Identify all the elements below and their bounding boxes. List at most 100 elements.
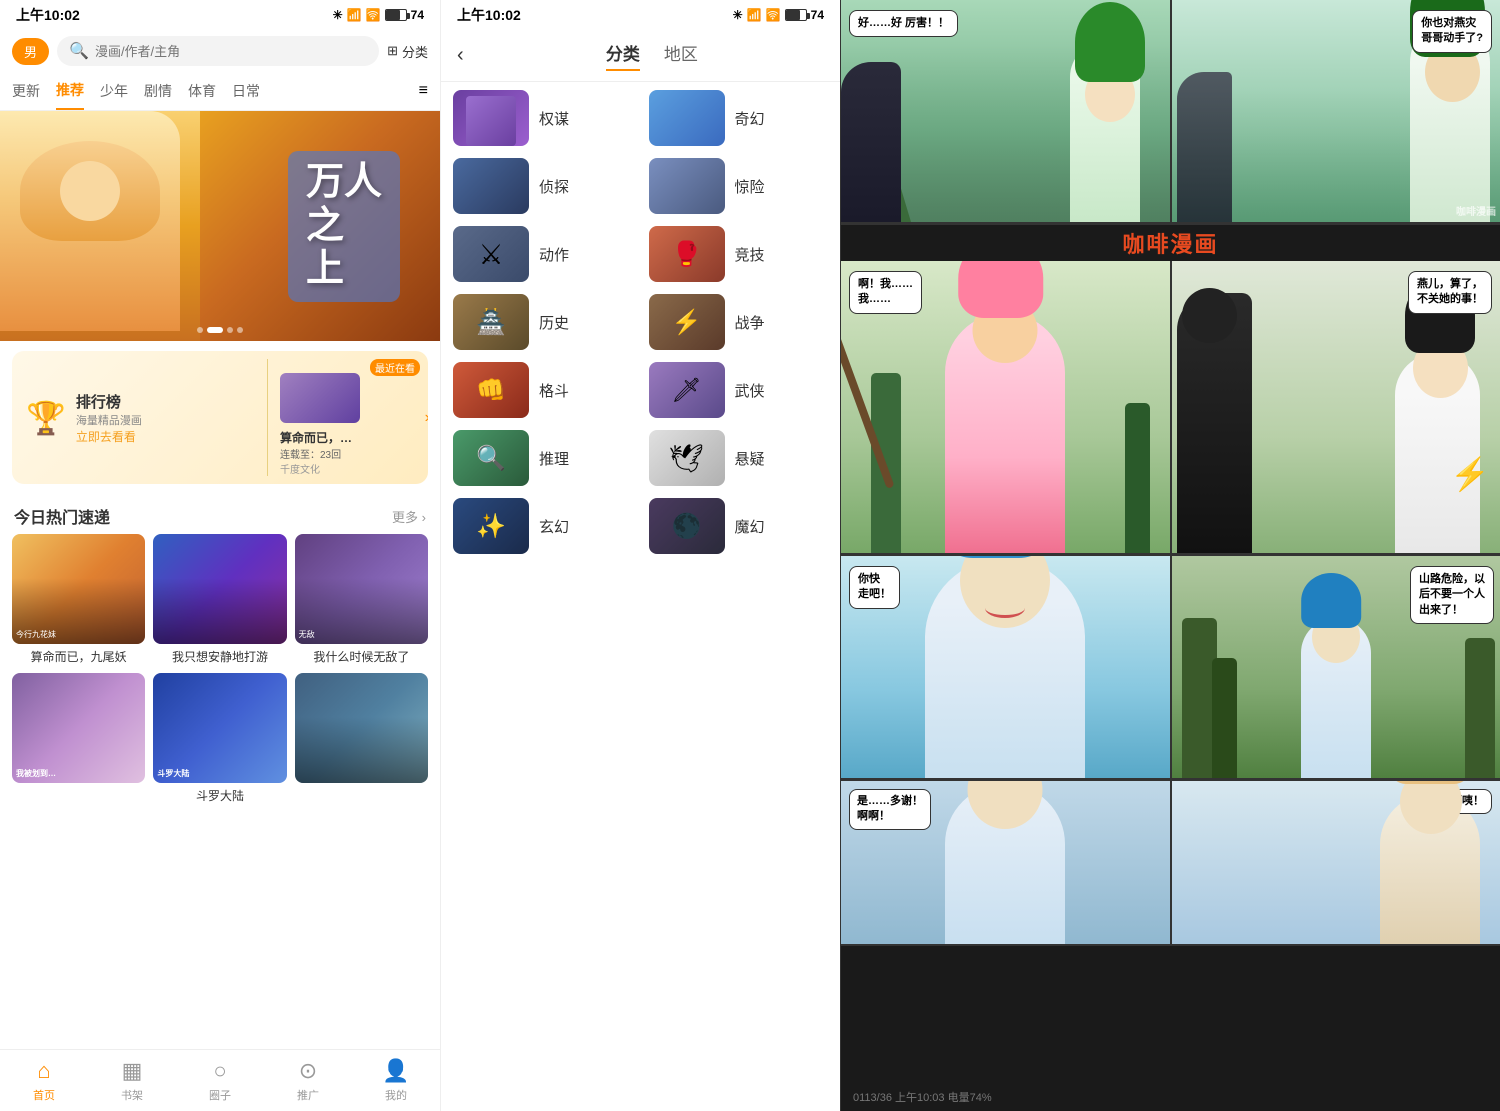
ranking-sub: 海量精品漫画	[76, 412, 142, 428]
search-icon: 🔍	[69, 41, 89, 61]
manga-card-6[interactable]	[295, 673, 428, 804]
ranking-right[interactable]: 最近在看 算命而已，… 连载至：23回 千度文化 ›	[268, 351, 428, 484]
gender-button[interactable]: 男	[12, 38, 49, 65]
cat-item-jingxian[interactable]: 惊险	[649, 158, 829, 214]
dot-2	[207, 327, 223, 333]
cat-thumb-mohuan: 🌑	[649, 498, 725, 554]
tab-daily[interactable]: 日常	[232, 73, 260, 109]
nav-shelf-label: 书架	[121, 1087, 143, 1103]
cat-thumb-jingji: 🥊	[649, 226, 725, 282]
cat-item-xuanyi[interactable]: 🕊 悬疑	[649, 430, 829, 486]
nav-shelf[interactable]: ▦ 书架	[88, 1050, 176, 1111]
manga-card-1[interactable]: 今行九花妹 算命而已，九尾妖	[12, 534, 145, 665]
watermark-1: 咖啡漫画	[1456, 203, 1496, 218]
nav-home[interactable]: ⌂ 首页	[0, 1050, 88, 1111]
manga-thumb-6	[295, 673, 428, 783]
banner-dots	[197, 327, 243, 333]
comic-strip-3: 你快走吧！ 山路危险，以后不要一个人出来了！	[841, 556, 1500, 781]
bottom-nav: ⌂ 首页 ▦ 书架 ○ 圈子 ⊙ 推广 👤 我的	[0, 1049, 440, 1111]
cat-wifi-icon: 🛜	[766, 8, 781, 22]
manga-title-5: 斗罗大陆	[153, 787, 286, 804]
cat-label-dongzuo: 动作	[539, 244, 569, 265]
cat-item-qihuan[interactable]: 奇幻	[649, 90, 829, 146]
cat-label-lishi: 历史	[539, 312, 569, 333]
tab-update[interactable]: 更新	[12, 73, 40, 109]
reader-bottom-bar: 0113/36 上午10:03 电量74%	[841, 1083, 1500, 1111]
nav-circle-label: 圈子	[209, 1087, 231, 1103]
nav-profile-label: 我的	[385, 1087, 407, 1103]
manga-thumb-5: 斗罗大陆	[153, 673, 286, 783]
cat-tab-category[interactable]: 分类	[606, 40, 640, 71]
nav-promote[interactable]: ⊙ 推广	[264, 1050, 352, 1111]
cat-item-zhanzheng[interactable]: ⚡ 战争	[649, 294, 829, 350]
manga-card-2[interactable]: 我只想安静地打游	[153, 534, 286, 665]
manga-card-5[interactable]: 斗罗大陆 斗罗大陆	[153, 673, 286, 804]
tab-shonen[interactable]: 少年	[100, 73, 128, 109]
cat-label-jingji: 竞技	[735, 244, 765, 265]
manga-thumb-2	[153, 534, 286, 644]
cat-grid: 权谋 奇幻 侦探 惊险	[441, 82, 840, 1111]
cat-label-zhentan: 侦探	[539, 176, 569, 197]
manga-card-3[interactable]: 无敌 我什么时候无敌了	[295, 534, 428, 665]
nav-tabs: 更新 推荐 少年 剧情 体育 日常 ≡	[0, 72, 440, 111]
cat-battery-icon	[785, 9, 807, 21]
cat-thumb-xuanyi: 🕊	[649, 430, 725, 486]
search-box[interactable]: 🔍	[57, 36, 379, 66]
cat-battery-percent: 74	[811, 8, 824, 22]
comic-cell-8: 啊咦！	[1172, 781, 1500, 944]
cat-item-xuanhuan[interactable]: ✨ 玄幻	[453, 498, 633, 554]
back-button[interactable]: ‹	[457, 44, 464, 67]
comic-cell-6: 山路危险，以后不要一个人出来了！	[1172, 556, 1500, 778]
reader-content[interactable]: 好……好 厉害！！ 你也对燕灾哥哥动手了? 咖啡漫画 咖啡漫画	[841, 0, 1500, 1083]
comic-cell-4: ⚡ 燕儿，算了，不关她的事！	[1172, 261, 1500, 553]
cat-item-dongzuo[interactable]: ⚔ 动作	[453, 226, 633, 282]
cat-label-xuanhuan: 玄幻	[539, 516, 569, 537]
ranking-link[interactable]: 立即去看看	[76, 428, 142, 445]
ranking-left[interactable]: 🏆 排行榜 海量精品漫画 立即去看看	[12, 351, 267, 484]
cat-thumb-inner-1	[453, 90, 529, 146]
more-button[interactable]: 更多 ›	[392, 507, 426, 526]
cat-item-quanmou[interactable]: 权谋	[453, 90, 633, 146]
cat-status-bar: 上午10:02 ✳ 📶 🛜 74	[441, 0, 840, 30]
category-button[interactable]: ⊞ 分类	[387, 42, 428, 61]
promote-icon: ⊙	[299, 1058, 317, 1084]
dot-1	[197, 327, 203, 333]
tab-drama[interactable]: 剧情	[144, 73, 172, 109]
bluetooth-icon: ✳	[333, 8, 343, 22]
category-label: 分类	[402, 42, 428, 61]
battery-percent: 74	[411, 8, 424, 22]
cat-label-mohuan: 魔幻	[735, 516, 765, 537]
cat-thumb-tuili: 🔍	[453, 430, 529, 486]
tab-recommend[interactable]: 推荐	[56, 72, 84, 110]
manga-card-4[interactable]: 我被划到…	[12, 673, 145, 804]
cat-thumb-gedou: 👊	[453, 362, 529, 418]
manga-title-2: 我只想安静地打游	[153, 648, 286, 665]
recent-label: 最近在看	[370, 359, 420, 376]
cat-item-jingji[interactable]: 🥊 竞技	[649, 226, 829, 282]
cat-row-4: 🏯 历史 ⚡ 战争	[453, 294, 828, 350]
search-input[interactable]	[95, 44, 367, 59]
cat-item-wuxia[interactable]: 🗡 武侠	[649, 362, 829, 418]
cat-item-lishi[interactable]: 🏯 历史	[453, 294, 633, 350]
cat-label-wuxia: 武侠	[735, 380, 765, 401]
cat-item-gedou[interactable]: 👊 格斗	[453, 362, 633, 418]
search-area: 男 🔍 ⊞ 分类	[0, 30, 440, 72]
cat-item-tuili[interactable]: 🔍 推理	[453, 430, 633, 486]
banner[interactable]: 万人之上	[0, 111, 440, 341]
nav-profile[interactable]: 👤 我的	[352, 1050, 440, 1111]
cat-signal-icon: 📶	[747, 8, 762, 22]
menu-icon[interactable]: ≡	[419, 82, 428, 100]
recent-manga-info: 算命而已，… 连载至：23回 千度文化	[280, 429, 416, 476]
cat-item-mohuan[interactable]: 🌑 魔幻	[649, 498, 829, 554]
grid-icon: ⊞	[387, 43, 398, 59]
cat-thumb-wuxia: 🗡	[649, 362, 725, 418]
cat-tabs: 分类 地区	[480, 40, 824, 71]
nav-circle[interactable]: ○ 圈子	[176, 1050, 264, 1111]
cat-item-zhentan[interactable]: 侦探	[453, 158, 633, 214]
comic-cell-5: 你快走吧！	[841, 556, 1172, 778]
cat-label-xuanyi: 悬疑	[735, 448, 765, 469]
manga-grid-2: 我被划到… 斗罗大陆 斗罗大陆	[0, 673, 440, 804]
cat-tab-region[interactable]: 地区	[664, 40, 698, 71]
tab-sports[interactable]: 体育	[188, 73, 216, 109]
cat-row-1: 权谋 奇幻	[453, 90, 828, 146]
